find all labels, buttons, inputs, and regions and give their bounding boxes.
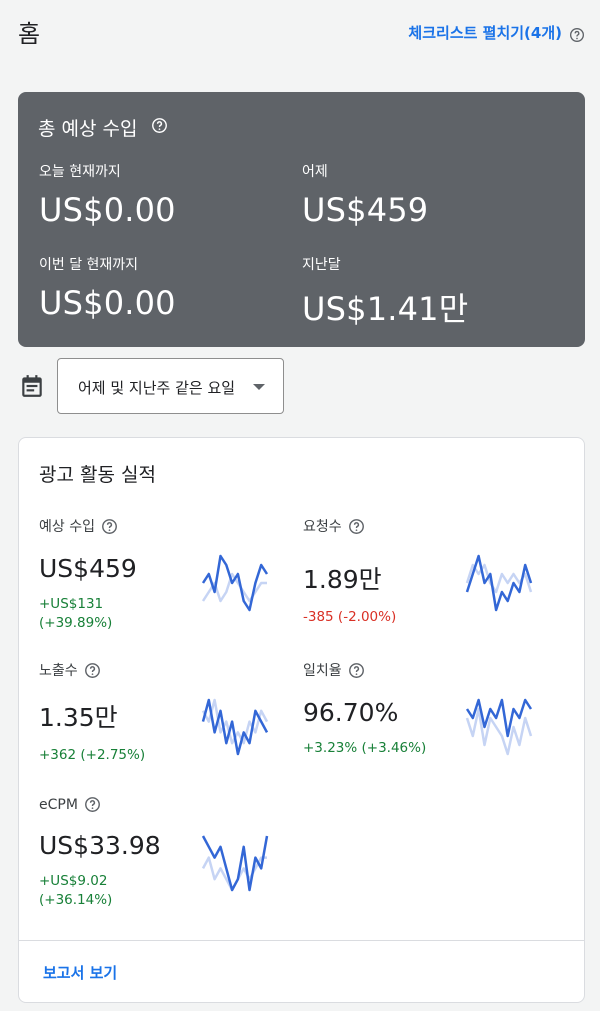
metric-ecpm[interactable]: eCPM US$33.98 +US$9.02 (+36.14%) [39, 796, 299, 926]
help-icon[interactable] [348, 518, 365, 535]
view-report-link[interactable]: 보고서 보기 [43, 962, 117, 983]
help-icon[interactable] [101, 518, 118, 535]
earnings-today-label: 오늘 현재까지 [39, 164, 121, 180]
calendar-icon [19, 373, 45, 399]
metric-estimated-earnings[interactable]: 예상 수입 US$459 +US$131 (+39.89%) [39, 516, 299, 646]
sparkline-chart [465, 554, 533, 612]
earnings-last-month-label: 지난달 [302, 257, 341, 273]
earnings-month-label: 이번 달 현재까지 [39, 257, 139, 273]
earnings-last-month: 지난달 US$1.41만 [302, 254, 468, 330]
ad-performance-card: 광고 활동 실적 예상 수입 US$459 +US$131 (+39.89%) … [18, 437, 585, 1003]
metric-label: 노출수 [39, 663, 78, 679]
earnings-month-value: US$0.00 [39, 284, 176, 322]
total-earnings-card: 총 예상 수입 오늘 현재까지 US$0.00 어제 US$459 이번 달 현… [18, 92, 585, 347]
earnings-title: 총 예상 수입 [38, 118, 138, 140]
metric-label: 일치율 [303, 663, 342, 679]
chevron-down-icon [253, 384, 265, 390]
checklist-expand-link[interactable]: 체크리스트 펼치기(4개) [408, 22, 562, 43]
earnings-yesterday-label: 어제 [302, 164, 328, 180]
app-header: 홈 체크리스트 펼치기(4개) [0, 0, 600, 64]
earnings-today-value: US$0.00 [39, 191, 176, 229]
sparkline-chart [201, 698, 269, 756]
sparkline-current-series [201, 835, 269, 892]
earnings-today: 오늘 현재까지 US$0.00 [39, 161, 176, 229]
help-icon[interactable] [348, 662, 365, 679]
performance-title: 광고 활동 실적 [39, 464, 156, 486]
page-title: 홈 [18, 20, 41, 48]
metric-label: eCPM [39, 796, 78, 813]
help-icon[interactable] [84, 796, 101, 813]
divider [19, 940, 584, 941]
earnings-last-month-value: US$1.41만 [302, 290, 469, 328]
earnings-yesterday-value: US$459 [302, 191, 429, 229]
sparkline-chart [201, 554, 269, 612]
help-icon[interactable] [569, 24, 585, 43]
earnings-month: 이번 달 현재까지 US$0.00 [39, 254, 176, 322]
metric-change-percent: (+39.89%) [39, 615, 113, 631]
metric-label: 요청수 [303, 519, 342, 535]
sparkline-chart [465, 698, 533, 756]
earnings-yesterday: 어제 US$459 [302, 161, 428, 229]
date-range-selected: 어제 및 지난주 같은 요일 [78, 379, 236, 397]
sparkline-chart [201, 835, 269, 892]
sparkline-current-series [201, 554, 269, 612]
metric-match-rate[interactable]: 일치율 96.70% +3.23% (+3.46%) [303, 660, 563, 790]
metric-label: 예상 수입 [39, 519, 95, 535]
metric-requests[interactable]: 요청수 1.89만 -385 (-2.00%) [303, 516, 563, 646]
help-icon[interactable] [151, 117, 168, 138]
metric-impressions[interactable]: 노출수 1.35만 +362 (+2.75%) [39, 660, 299, 790]
date-range-dropdown[interactable]: 어제 및 지난주 같은 요일 [57, 358, 284, 414]
help-icon[interactable] [84, 662, 101, 679]
